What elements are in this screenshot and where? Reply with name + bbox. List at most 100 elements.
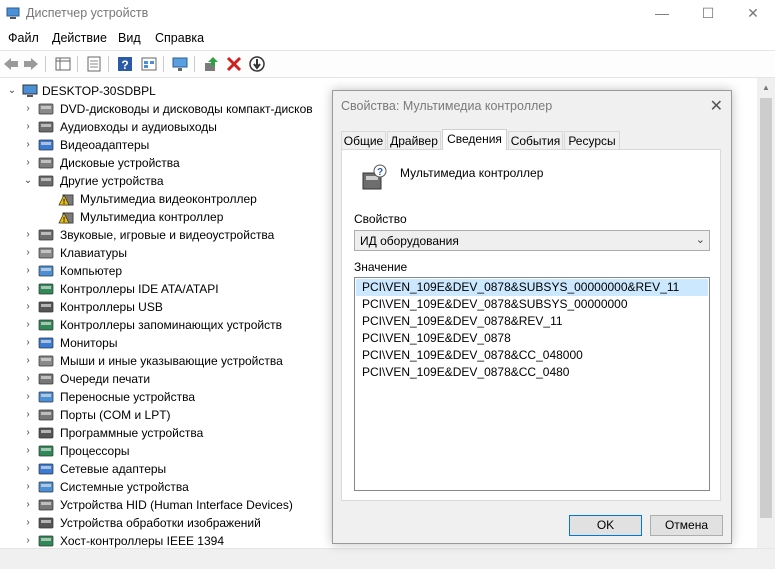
tree-item-label: Очереди печати: [60, 372, 151, 386]
tree-category-item[interactable]: › Дисковые устройства: [22, 154, 330, 172]
disable-device-icon[interactable]: [248, 55, 266, 73]
chevron-right-icon[interactable]: ›: [22, 100, 34, 118]
tree-category-item[interactable]: › Клавиатуры: [22, 244, 330, 262]
chevron-down-icon[interactable]: ⌄: [22, 172, 34, 190]
tree-category-item[interactable]: › Программные устройства: [22, 424, 330, 442]
tree-child-item[interactable]: ! Мультимедиа видеоконтроллер: [44, 190, 330, 208]
chevron-right-icon[interactable]: ›: [22, 424, 34, 442]
chevron-right-icon[interactable]: ›: [22, 226, 34, 244]
list-item[interactable]: PCI\VEN_109E&DEV_0878&REV_11: [356, 313, 708, 330]
tab-events[interactable]: События: [508, 131, 563, 149]
chevron-right-icon[interactable]: ›: [22, 532, 34, 548]
tree-category-item[interactable]: › Устройства HID (Human Interface Devices…: [22, 496, 330, 514]
help-icon[interactable]: ?: [116, 55, 134, 73]
tab-driver[interactable]: Драйвер: [387, 131, 441, 149]
tree-item-label: Мультимедиа контроллер: [80, 210, 224, 224]
display-adapter-icon: [38, 139, 54, 151]
list-item[interactable]: PCI\VEN_109E&DEV_0878&CC_048000: [356, 347, 708, 364]
chevron-right-icon[interactable]: ›: [22, 244, 34, 262]
tree-category-item[interactable]: › Контроллеры IDE ATA/ATAPI: [22, 280, 330, 298]
uninstall-device-icon[interactable]: [225, 55, 243, 73]
chevron-right-icon[interactable]: ›: [22, 316, 34, 334]
property-label: Свойство: [354, 212, 407, 226]
chevron-right-icon[interactable]: ›: [22, 118, 34, 136]
port-icon: [38, 409, 54, 421]
processor-icon: [38, 445, 54, 457]
other-device-icon: [38, 175, 54, 187]
warning-device-icon: !: [58, 212, 74, 224]
chevron-right-icon[interactable]: ›: [22, 136, 34, 154]
property-select[interactable]: ИД оборудования ⌄: [354, 230, 710, 251]
menu-help[interactable]: Справка: [155, 31, 204, 45]
chevron-right-icon[interactable]: ›: [22, 406, 34, 424]
chevron-right-icon[interactable]: ›: [22, 280, 34, 298]
list-item[interactable]: PCI\VEN_109E&DEV_0878&CC_0480: [356, 364, 708, 381]
chevron-right-icon[interactable]: ›: [22, 388, 34, 406]
menu-file[interactable]: Файл: [8, 31, 39, 45]
close-button[interactable]: ✕: [733, 3, 773, 25]
tree-category-item[interactable]: › Устройства обработки изображений: [22, 514, 330, 532]
show-hide-tree-icon[interactable]: [54, 55, 72, 73]
scan-hardware-icon[interactable]: [171, 55, 189, 73]
tree-category-item[interactable]: › Контроллеры USB: [22, 298, 330, 316]
chevron-right-icon[interactable]: ›: [22, 370, 34, 388]
ide-controller-icon: [38, 283, 54, 295]
tree-category-item[interactable]: › Порты (COM и LPT): [22, 406, 330, 424]
tree-category-item[interactable]: › Видеоадаптеры: [22, 136, 330, 154]
tree-category-item[interactable]: › Мониторы: [22, 334, 330, 352]
tree-category-item[interactable]: › Компьютер: [22, 262, 330, 280]
vertical-scrollbar[interactable]: ▲: [757, 78, 775, 548]
tree-category-item[interactable]: › Хост-контроллеры IEEE 1394: [22, 532, 330, 548]
tab-resources[interactable]: Ресурсы: [564, 131, 620, 149]
tree-child-item[interactable]: ! Мультимедиа контроллер: [44, 208, 330, 226]
view-resources-icon[interactable]: [140, 55, 158, 73]
dialog-close-button[interactable]: ✕: [710, 96, 723, 116]
menu-view[interactable]: Вид: [118, 31, 141, 45]
update-driver-icon[interactable]: [202, 55, 220, 73]
list-item[interactable]: PCI\VEN_109E&DEV_0878&SUBSYS_00000000: [356, 296, 708, 313]
tree-category-item[interactable]: › Сетевые адаптеры: [22, 460, 330, 478]
forward-icon[interactable]: [22, 55, 40, 73]
chevron-right-icon[interactable]: ›: [22, 262, 34, 280]
tab-general[interactable]: Общие: [341, 131, 386, 149]
chevron-right-icon[interactable]: ›: [22, 352, 34, 370]
tree-category-item[interactable]: › Переносные устройства: [22, 388, 330, 406]
values-listbox[interactable]: PCI\VEN_109E&DEV_0878&SUBSYS_00000000&RE…: [354, 277, 710, 491]
tree-root[interactable]: ⌄ DESKTOP-30SDBPL: [6, 82, 336, 100]
tree-category-item[interactable]: › DVD-дисководы и дисководы компакт-диско…: [22, 100, 330, 118]
tree-category-item[interactable]: › Процессоры: [22, 442, 330, 460]
chevron-right-icon[interactable]: ›: [22, 442, 34, 460]
chevron-right-icon[interactable]: ›: [22, 514, 34, 532]
tree-category-item[interactable]: › Аудиовходы и аудиовыходы: [22, 118, 330, 136]
chevron-right-icon[interactable]: ›: [22, 298, 34, 316]
window-title: Диспетчер устройств: [26, 6, 149, 20]
list-item[interactable]: PCI\VEN_109E&DEV_0878: [356, 330, 708, 347]
scroll-thumb[interactable]: [760, 98, 772, 518]
tree-category-item[interactable]: › Контроллеры запоминающих устройств: [22, 316, 330, 334]
list-item[interactable]: PCI\VEN_109E&DEV_0878&SUBSYS_00000000&RE…: [356, 279, 708, 296]
back-icon[interactable]: [2, 55, 20, 73]
tree-category-item[interactable]: › Очереди печати: [22, 370, 330, 388]
chevron-right-icon[interactable]: ›: [22, 154, 34, 172]
chevron-down-icon[interactable]: ⌄: [6, 82, 18, 100]
chevron-right-icon[interactable]: ›: [22, 496, 34, 514]
minimize-button[interactable]: —: [642, 3, 682, 25]
computer-icon: [22, 84, 38, 97]
tree-category-item[interactable]: › Системные устройства: [22, 478, 330, 496]
cancel-button[interactable]: Отмена: [650, 515, 723, 536]
scroll-up-icon[interactable]: ▲: [762, 83, 770, 92]
horizontal-scrollbar[interactable]: [0, 548, 775, 569]
chevron-right-icon[interactable]: ›: [22, 460, 34, 478]
mouse-icon: [38, 355, 54, 367]
menu-action[interactable]: Действие: [52, 31, 107, 45]
chevron-right-icon[interactable]: ›: [22, 334, 34, 352]
properties-icon[interactable]: [85, 55, 103, 73]
ok-button[interactable]: OK: [569, 515, 642, 536]
tree-category-item[interactable]: › Звуковые, игровые и видеоустройства: [22, 226, 330, 244]
maximize-button[interactable]: ☐: [688, 3, 728, 25]
tree-category-item[interactable]: › Мыши и иные указывающие устройства: [22, 352, 330, 370]
chevron-right-icon[interactable]: ›: [22, 478, 34, 496]
tree-category-item[interactable]: ⌄ Другие устройства: [22, 172, 330, 190]
tab-details[interactable]: Сведения: [442, 129, 507, 150]
tree-item-label: Сетевые адаптеры: [60, 462, 167, 476]
